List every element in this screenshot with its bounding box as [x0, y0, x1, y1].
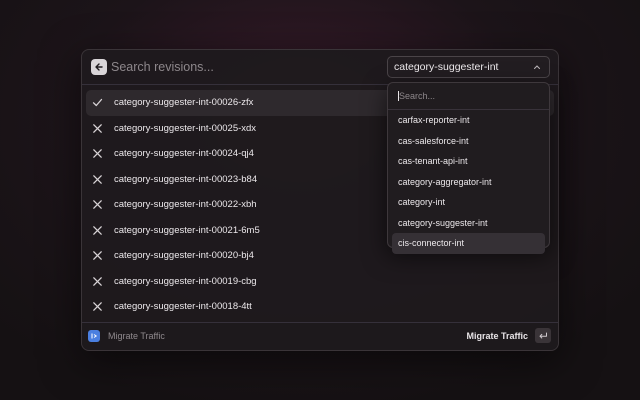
x-icon: [91, 122, 104, 135]
search-input[interactable]: [111, 58, 351, 76]
x-icon: [91, 147, 104, 160]
revision-name: category-suggester-int-00023-b84: [114, 173, 258, 185]
service-select-value: category-suggester-int: [394, 61, 499, 73]
revision-name: category-suggester-int-00025-xdx: [114, 122, 257, 134]
x-icon: [91, 224, 104, 237]
revision-name: category-suggester-int-00020-bj4: [114, 250, 254, 262]
enter-key-icon[interactable]: [535, 328, 551, 343]
dropdown-option[interactable]: category-suggester-int: [392, 213, 545, 234]
dropdown-option[interactable]: cas-tenant-api-int: [392, 151, 545, 172]
x-icon: [91, 300, 104, 313]
dropdown-search-input[interactable]: [398, 91, 539, 101]
dropdown-option[interactable]: cis-connector-int: [392, 233, 545, 254]
chevron-up-icon: [533, 62, 541, 72]
x-icon: [91, 198, 104, 211]
service-select[interactable]: category-suggester-int: [387, 56, 550, 78]
arrow-left-icon: [95, 63, 103, 71]
migrate-app-icon: [88, 330, 100, 342]
dropdown-search-wrap: [388, 83, 549, 110]
dropdown-option[interactable]: category-int: [392, 192, 545, 213]
palette-header: category-suggester-int: [82, 50, 558, 85]
x-icon: [91, 275, 104, 288]
revision-name: category-suggester-int-00018-4tt: [114, 301, 252, 313]
dropdown-option[interactable]: cas-salesforce-int: [392, 131, 545, 152]
revision-name: category-suggester-int-00019-cbg: [114, 275, 257, 287]
revision-name: category-suggester-int-00024-qj4: [114, 148, 254, 160]
revision-name: category-suggester-int-00022-xbh: [114, 199, 257, 211]
primary-action-label[interactable]: Migrate Traffic: [466, 331, 528, 341]
dropdown-option[interactable]: carfax-reporter-int: [392, 110, 545, 131]
service-dropdown: carfax-reporter-intcas-salesforce-intcas…: [387, 82, 550, 254]
x-icon: [91, 249, 104, 262]
command-palette: category-suggester-int category-suggeste…: [81, 49, 559, 351]
revision-row[interactable]: category-suggester-int-00019-cbg: [86, 269, 554, 295]
back-button[interactable]: [91, 59, 107, 75]
check-icon: [91, 96, 104, 109]
footer-app-name: Migrate Traffic: [108, 331, 165, 341]
dropdown-option-list: carfax-reporter-int cas-salesforce-int cas…: [388, 110, 549, 254]
dropdown-option[interactable]: category-aggregator-int: [392, 172, 545, 193]
revision-row[interactable]: category-suggester-int-00018-4tt: [86, 294, 554, 320]
x-icon: [91, 173, 104, 186]
palette-footer: Migrate Traffic Migrate Traffic: [82, 322, 558, 350]
revision-name: category-suggester-int-00021-6m5: [114, 224, 260, 236]
revision-name: category-suggester-int-00026-zfx: [114, 97, 254, 109]
